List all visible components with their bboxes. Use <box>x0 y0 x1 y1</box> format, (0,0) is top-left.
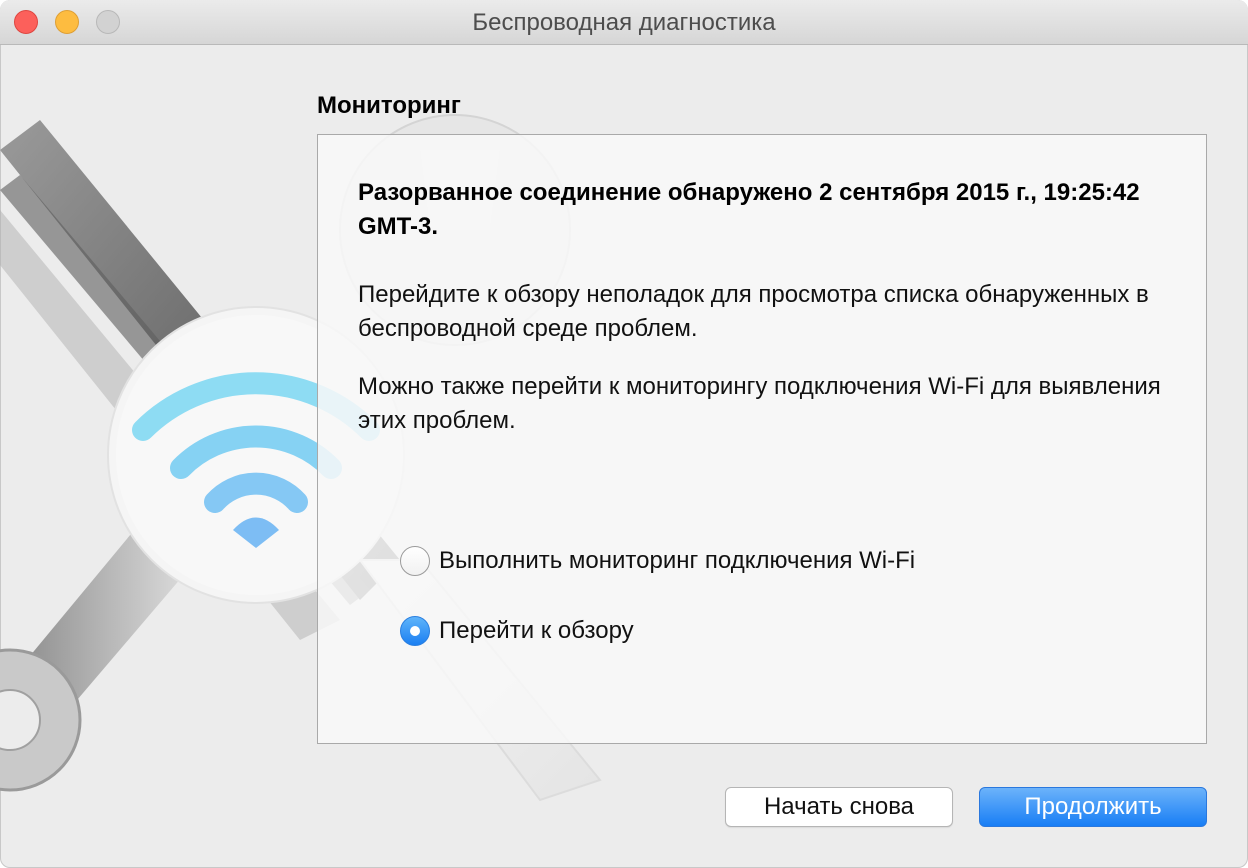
continue-button[interactable]: Продолжить <box>979 787 1207 827</box>
window-title: Беспроводная диагностика <box>472 9 776 36</box>
radio-option-go-to-summary[interactable]: Перейти к обзору <box>400 615 634 647</box>
radio-label: Перейти к обзору <box>439 617 634 644</box>
radio-button-unselected[interactable] <box>400 546 430 576</box>
radio-label: Выполнить мониторинг подключения Wi‑Fi <box>439 547 916 574</box>
title-bar[interactable]: Беспроводная диагностика <box>0 0 1248 45</box>
connection-status-message: Разорванное соединение обнаружено 2 сент… <box>358 179 1140 240</box>
radio-button-selected[interactable] <box>400 616 430 646</box>
monitoring-instruction-text: Можно также перейти к мониторингу подклю… <box>358 373 1161 434</box>
radio-option-monitor-wifi[interactable]: Выполнить мониторинг подключения Wi‑Fi <box>400 545 915 577</box>
start-over-button[interactable]: Начать снова <box>725 787 953 827</box>
summary-instruction-text: Перейдите к обзору неполадок для просмот… <box>358 281 1149 342</box>
section-heading: Мониторинг <box>317 92 461 119</box>
wireless-diagnostics-window: Беспроводная диагностика Мониторинг Разо… <box>0 0 1248 868</box>
